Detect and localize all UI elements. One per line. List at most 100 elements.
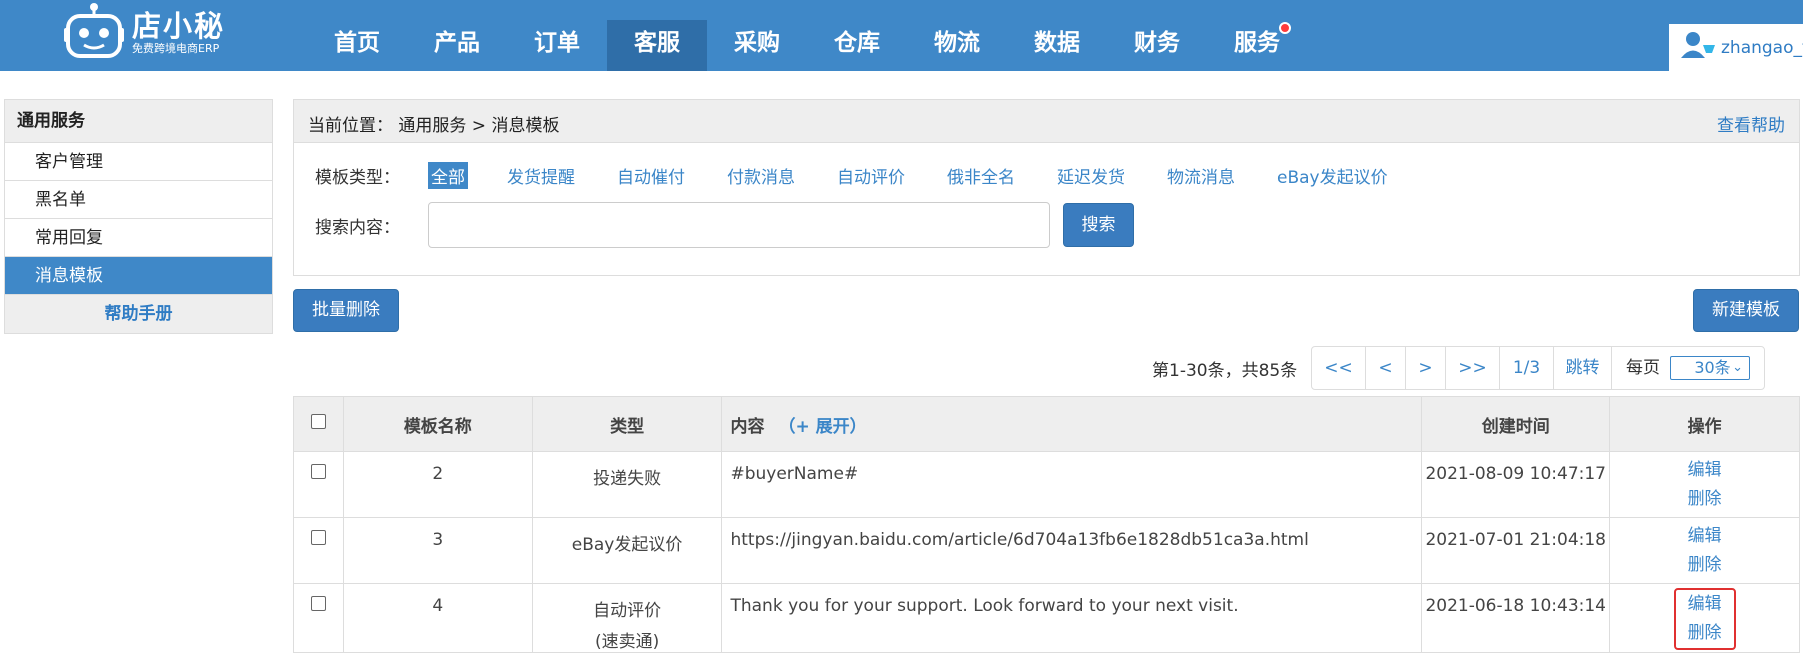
cell-type: eBay发起议价 [531,517,723,584]
cell-ops: 编辑 删除 [1609,517,1800,584]
filter-delayed-shipping[interactable]: 延迟发货 [1054,162,1128,189]
nav-orders[interactable]: 订单 [507,20,607,71]
notification-dot-icon [1279,22,1291,34]
table-row: 2 投递失败 #buyerName# 2021-08-09 10:47:17 编… [293,451,1800,518]
sidebar-item-common-replies[interactable]: 常用回复 [5,219,272,257]
robot-logo-icon [62,2,126,64]
chevron-down-icon: ⌄ [1732,360,1743,375]
row-checkbox[interactable] [310,464,326,479]
content-header-label: 内容 [730,416,765,437]
col-header-type: 类型 [531,396,723,452]
sidebar: 通用服务 客户管理 黑名单 常用回复 消息模板 帮助手册 [4,99,273,334]
sidebar-item-customer-management[interactable]: 客户管理 [5,143,272,181]
cell-type-label: 自动评价 [593,601,662,621]
cell-created: 2021-08-09 10:47:17 [1421,451,1611,518]
page-indicator[interactable]: 1/3 [1500,347,1554,389]
edit-link[interactable]: 编辑 [1688,456,1722,485]
nav-data[interactable]: 数据 [1007,20,1107,71]
cell-content: https://jingyan.baidu.com/article/6d704a… [721,517,1423,584]
breadcrumb: 当前位置： 通用服务 > 消息模板 [308,111,559,136]
nav-warehouse[interactable]: 仓库 [807,20,907,71]
next-page-button[interactable]: > [1406,347,1446,389]
top-navigation-bar: 店小秘 免费跨境电商ERP 首页 产品 订单 客服 采购 仓库 物流 数据 财务… [0,0,1803,71]
pagination: << < > >> 1/3 跳转 每页 30条 ⌄ [1311,346,1765,390]
nav-finance[interactable]: 财务 [1107,20,1207,71]
breadcrumb-prefix: 当前位置： [308,116,393,136]
pagination-info: 第1-30条，共85条 [1152,361,1298,381]
template-table: 模板名称 类型 内容 （+ 展开） 创建时间 操作 2 投递失败 #buyerNa… [293,396,1800,653]
nav-customer-service[interactable]: 客服 [607,20,707,71]
edit-link[interactable]: 编辑 [1688,590,1722,619]
page-size-control: 每页 30条 ⌄ [1612,347,1764,389]
first-page-button[interactable]: << [1312,347,1366,389]
filter-payment-message[interactable]: 付款消息 [724,162,798,189]
help-manual-link[interactable]: 帮助手册 [5,295,272,333]
filter-auto-payment-reminder[interactable]: 自动催付 [614,162,688,189]
nav-services-wrap[interactable]: 服务 [1207,20,1307,71]
nav-products[interactable]: 产品 [407,20,507,71]
select-all-checkbox[interactable] [310,414,326,429]
cell-content: #buyerName# [721,451,1423,518]
cell-type-label: eBay发起议价 [571,535,683,555]
filter-panel: 当前位置： 通用服务 > 消息模板 查看帮助 模板类型： 全部 发货提醒 自动催… [293,99,1800,276]
highlighted-ops-box: 编辑 删除 [1673,588,1736,650]
per-page-label: 每页 [1626,358,1660,378]
filter-logistics-message[interactable]: 物流消息 [1164,162,1238,189]
cell-type: 投递失败 [531,451,723,518]
filter-shipping-reminder[interactable]: 发货提醒 [504,162,578,189]
last-page-button[interactable]: >> [1446,347,1500,389]
delete-link[interactable]: 删除 [1688,485,1722,514]
prev-page-button[interactable]: < [1366,347,1406,389]
filter-auto-review[interactable]: 自动评价 [834,162,908,189]
template-type-label: 模板类型： [315,168,400,188]
col-header-created: 创建时间 [1421,396,1611,452]
cell-ops: 编辑 删除 [1609,583,1800,653]
search-label: 搜索内容： [315,217,400,238]
logo[interactable]: 店小秘 免费跨境电商ERP [62,2,225,64]
cell-type-platform: (速卖通) [594,632,660,652]
row-checkbox[interactable] [310,596,326,611]
sidebar-item-blacklist[interactable]: 黑名单 [5,181,272,219]
select-all-cell [293,396,344,452]
table-header-row: 模板名称 类型 内容 （+ 展开） 创建时间 操作 [293,396,1800,452]
delete-link[interactable]: 删除 [1688,551,1722,580]
filter-all[interactable]: 全部 [428,162,468,189]
edit-link[interactable]: 编辑 [1688,522,1722,551]
filter-russia-full-name[interactable]: 俄非全名 [944,162,1018,189]
user-menu[interactable]: zhangao_t [1669,24,1803,71]
table-row: 4 自动评价 (速卖通) Thank you for your support.… [293,583,1800,653]
expand-toggle[interactable]: （+ 展开） [778,417,866,437]
nav-logistics[interactable]: 物流 [907,20,1007,71]
search-row: 搜索内容： 搜索 [315,202,1134,248]
nav-home[interactable]: 首页 [307,20,407,71]
bulk-delete-button[interactable]: 批量删除 [293,289,399,332]
cell-created: 2021-06-18 10:43:14 [1421,583,1611,653]
delete-link[interactable]: 删除 [1688,619,1722,648]
cell-created: 2021-07-01 21:04:18 [1421,517,1611,584]
user-name: zhangao_t [1721,37,1803,58]
main-nav: 首页 产品 订单 客服 采购 仓库 物流 数据 财务 服务 [307,20,1307,71]
breadcrumb-bar: 当前位置： 通用服务 > 消息模板 查看帮助 [294,100,1799,143]
page-size-select[interactable]: 30条 ⌄ [1670,356,1750,380]
cell-content: Thank you for your support. Look forward… [721,583,1423,653]
logo-title: 店小秘 [132,9,226,43]
user-avatar-icon [1681,31,1717,64]
view-help-link[interactable]: 查看帮助 [1717,111,1785,136]
page-size-value: 30条 [1694,358,1731,377]
nav-services: 服务 [1234,30,1280,56]
cell-type-label: 投递失败 [593,469,662,489]
search-button[interactable]: 搜索 [1063,203,1134,247]
jump-page-button[interactable]: 跳转 [1554,347,1612,389]
row-checkbox[interactable] [310,530,326,545]
new-template-button[interactable]: 新建模板 [1693,289,1799,332]
cell-name: 3 [342,517,533,584]
col-header-name: 模板名称 [342,396,533,452]
nav-purchasing[interactable]: 采购 [707,20,807,71]
template-type-filter: 模板类型： 全部 发货提醒 自动催付 付款消息 自动评价 俄非全名 延迟发货 物… [315,162,1427,189]
search-input[interactable] [428,202,1050,248]
sidebar-title: 通用服务 [5,100,272,143]
sidebar-item-message-templates[interactable]: 消息模板 [5,257,272,295]
cell-ops: 编辑 删除 [1609,451,1800,518]
filter-ebay-offer[interactable]: eBay发起议价 [1274,162,1391,189]
col-header-ops: 操作 [1609,396,1800,452]
